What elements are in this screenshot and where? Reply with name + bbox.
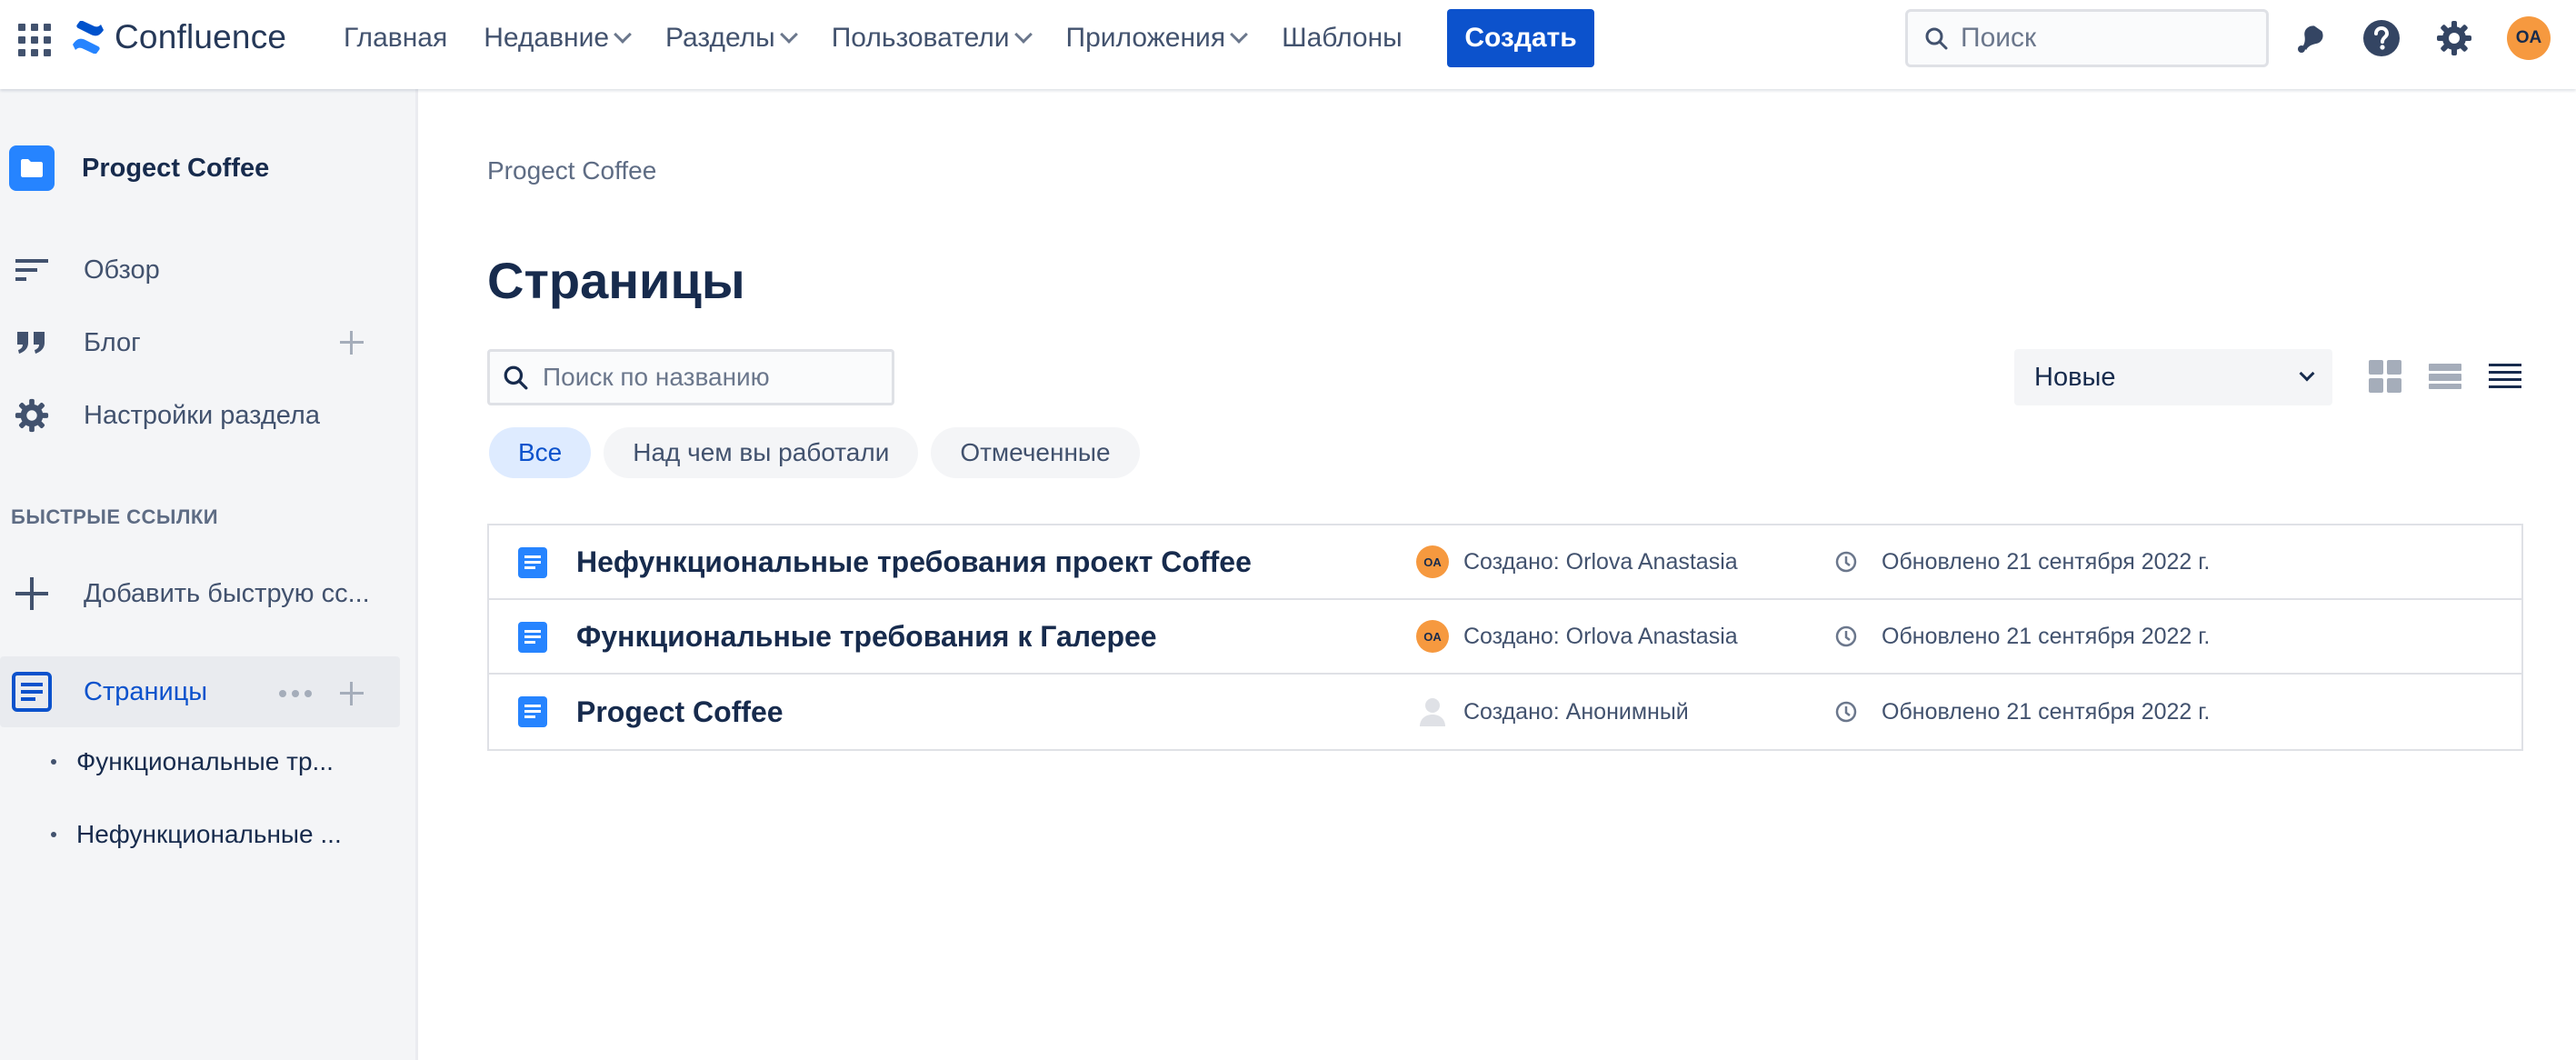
- sidebar-item-pages-content[interactable]: Страницы: [9, 669, 207, 715]
- space-name: Progect Coffee: [82, 153, 270, 183]
- page-tree-item[interactable]: Функциональные тр...: [51, 747, 334, 776]
- page-title-link[interactable]: Нефункциональные требования проект Coffe…: [576, 545, 1252, 579]
- created-by: Создано: Анонимный: [1463, 698, 1689, 725]
- chevron-down-icon: [779, 25, 798, 44]
- page-icon: [518, 622, 547, 653]
- chevron-down-icon: [2299, 365, 2315, 382]
- sidebar-item-blog[interactable]: Блог: [9, 320, 141, 365]
- nav-people[interactable]: Пользователи: [831, 23, 1033, 54]
- bullet-icon: [51, 832, 56, 837]
- creator-avatar[interactable]: OA: [1416, 620, 1449, 653]
- sidebar-item-label: Настройки раздела: [84, 400, 320, 430]
- page-tree-label: Нефункциональные ...: [76, 820, 342, 848]
- nav-home[interactable]: Главная: [344, 23, 447, 54]
- main-nav: Главная Недавние Разделы Пользователи Пр…: [344, 18, 1439, 58]
- nav-people-label: Пользователи: [831, 23, 1010, 53]
- page-title-link[interactable]: Функциональные требования к Галерее: [576, 620, 1157, 654]
- sidebar-item-label: Обзор: [84, 255, 160, 285]
- clock-icon: [1835, 701, 1857, 723]
- quote-icon: [9, 320, 55, 365]
- plus-icon: [9, 571, 55, 616]
- clock-icon: [1835, 551, 1857, 573]
- compact-list-icon[interactable]: [2427, 358, 2463, 395]
- nav-templates[interactable]: Шаблоны: [1282, 23, 1403, 54]
- table-row[interactable]: Progect Coffee Создано: Анонимный Обновл…: [489, 675, 2521, 749]
- title-filter[interactable]: [487, 349, 894, 405]
- help-icon[interactable]: [2361, 18, 2401, 58]
- chevron-down-icon: [1013, 25, 1033, 44]
- anonymous-user-icon: [1420, 698, 1445, 726]
- top-navigation-bar: Confluence Главная Недавние Разделы Поль…: [0, 0, 2576, 89]
- filter-chips: Все Над чем вы работали Отмеченные: [489, 427, 1140, 478]
- view-mode-switcher: [2367, 358, 2523, 395]
- search-icon: [1925, 27, 1948, 50]
- page-tree-item[interactable]: Нефункциональные ...: [51, 820, 342, 849]
- add-quick-link[interactable]: Добавить быструю сс...: [9, 571, 370, 616]
- nav-recent-label: Недавние: [484, 23, 610, 53]
- nav-apps[interactable]: Приложения: [1065, 23, 1248, 54]
- pages-icon: [9, 669, 55, 715]
- app-switcher-icon[interactable]: [16, 22, 51, 56]
- updated-date: Обновлено 21 сентября 2022 г.: [1882, 548, 2211, 575]
- user-avatar[interactable]: OA: [2507, 16, 2551, 60]
- sidebar-item-label: Блог: [84, 327, 141, 357]
- created-by: Создано: Orlova Anastasia: [1463, 548, 1738, 575]
- nav-apps-label: Приложения: [1065, 23, 1226, 53]
- page-title-link[interactable]: Progect Coffee: [576, 695, 784, 729]
- created-by: Создано: Orlova Anastasia: [1463, 623, 1738, 649]
- page-icon: [518, 696, 547, 727]
- sidebar-item-space-settings[interactable]: Настройки раздела: [9, 393, 320, 438]
- app-name: Confluence: [115, 18, 287, 55]
- notifications-icon[interactable]: [2291, 18, 2331, 58]
- nav-templates-label: Шаблоны: [1282, 23, 1403, 53]
- space-sidebar: Progect Coffee Обзор Блог Настройки разд…: [0, 89, 418, 1060]
- add-page-icon[interactable]: [338, 680, 365, 707]
- sidebar-item-label: Страницы: [84, 676, 208, 706]
- page-title: Страницы: [487, 252, 745, 309]
- main-content: Progect Coffee Страницы Все Над чем вы р…: [418, 89, 2576, 1060]
- chevron-down-icon: [614, 25, 632, 44]
- updated-date: Обновлено 21 сентября 2022 г.: [1882, 623, 2211, 649]
- nav-recent[interactable]: Недавние: [484, 23, 632, 54]
- gear-icon: [9, 393, 55, 438]
- settings-icon[interactable]: [2434, 18, 2474, 58]
- clock-icon: [1835, 625, 1857, 647]
- nav-home-label: Главная: [344, 23, 448, 53]
- global-search-input[interactable]: [1961, 23, 2233, 54]
- chip-starred[interactable]: Отмеченные: [931, 427, 1140, 478]
- overview-icon: [9, 247, 55, 293]
- global-search[interactable]: [1905, 9, 2269, 67]
- nav-spaces[interactable]: Разделы: [665, 23, 798, 54]
- pages-table: Нефункциональные требования проект Coffe…: [487, 524, 2523, 751]
- list-view-icon[interactable]: [2487, 358, 2523, 395]
- more-actions-icon[interactable]: [278, 689, 313, 698]
- sort-value: Новые: [2034, 362, 2116, 392]
- add-quick-link-label: Добавить быструю сс...: [84, 578, 370, 608]
- table-row[interactable]: Нефункциональные требования проект Coffe…: [489, 525, 2521, 600]
- space-header[interactable]: Progect Coffee: [9, 145, 269, 191]
- sidebar-item-overview[interactable]: Обзор: [9, 247, 160, 293]
- search-icon: [504, 365, 528, 390]
- confluence-logo[interactable]: Confluence: [71, 16, 286, 58]
- title-filter-input[interactable]: [543, 363, 870, 392]
- chip-worked-on[interactable]: Над чем вы работали: [604, 427, 919, 478]
- space-folder-icon: [9, 145, 55, 191]
- sort-select[interactable]: Новые: [2014, 349, 2332, 405]
- nav-spaces-label: Разделы: [665, 23, 775, 53]
- updated-date: Обновлено 21 сентября 2022 г.: [1882, 698, 2211, 725]
- quick-links-heading: БЫСТРЫЕ ССЫЛКИ: [11, 505, 219, 528]
- bullet-icon: [51, 759, 56, 765]
- confluence-mark-icon: [73, 21, 104, 54]
- chip-all[interactable]: Все: [489, 427, 592, 478]
- add-blog-post-icon[interactable]: [338, 329, 365, 356]
- grid-view-icon[interactable]: [2367, 358, 2403, 395]
- page-tree-label: Функциональные тр...: [76, 747, 334, 775]
- create-button[interactable]: Создать: [1447, 9, 1594, 67]
- creator-avatar[interactable]: OA: [1416, 545, 1449, 578]
- chevron-down-icon: [1230, 25, 1248, 44]
- table-row[interactable]: Функциональные требования к Галерее OA С…: [489, 600, 2521, 675]
- breadcrumb[interactable]: Progect Coffee: [487, 156, 656, 185]
- page-icon: [518, 547, 547, 578]
